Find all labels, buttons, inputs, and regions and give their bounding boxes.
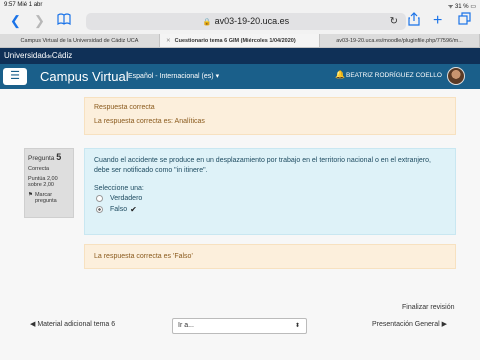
option-label: Verdadero [110,195,143,202]
prev-activity-link[interactable]: ◀ Material adicional tema 6 [30,320,115,328]
battery-indicator: ᯤ 31 % ▭ [447,4,476,10]
university-logo[interactable]: UniversidaddeCádiz [0,48,480,64]
book-icon[interactable] [57,12,71,30]
url-text: av03-19-20.uca.es [214,16,290,26]
language-selector[interactable]: Español - Internacional (es) ▾ [128,72,219,80]
question-content: Cuando el accidente se produce en un des… [84,148,456,235]
close-icon[interactable]: ✕ [166,38,171,44]
lock-icon: 🔒 [202,19,212,26]
question-info: Pregunta 5 Correcta Puntúa 2,00 sobre 2,… [24,148,74,218]
option-label: Falso [110,206,128,213]
status-time: 9:57 Mié 1 abr [4,2,43,8]
flag-icon: ⚑ [28,192,33,198]
caret-down-icon: ▾ [215,73,220,80]
question-prompt: Seleccione una: [94,185,144,192]
browser-tab[interactable]: Campus Virtual de la Universidad de Cádi… [0,34,160,47]
previous-feedback: Respuesta correcta La respuesta correcta… [84,97,456,135]
chevron-left-icon[interactable]: ❮ [10,12,21,30]
avatar[interactable] [447,67,465,85]
question-score: Puntúa 2,00 sobre 2,00 [28,176,58,188]
jump-to-select[interactable]: Ir a... ⬍ [172,318,307,334]
bell-icon[interactable]: 🔔 [335,70,345,79]
menu-icon[interactable]: ☰ [3,68,27,85]
caret-right-icon: ▶ [439,321,448,328]
question-text: Cuando el accidente se produce en un des… [94,157,431,174]
reload-icon[interactable]: ↻ [390,13,398,30]
flag-question-link[interactable]: ⚑ Marcar pregunta [28,192,70,204]
browser-tabs: Campus Virtual de la Universidad de Cádi… [0,34,480,48]
answer-option-falso[interactable]: Falso ✔ [96,205,446,214]
browser-tab-active[interactable]: ✕ Cuestionario tema 6 GIM (Miércoles 1/04… [160,34,320,47]
tabs-icon[interactable] [458,12,471,30]
feedback-status: Respuesta correcta [94,104,155,111]
chevron-right-icon[interactable]: ❯ [34,12,45,30]
finish-review-link[interactable]: Finalizar revisión [402,304,455,311]
feedback-correct-answer: La respuesta correcta es: Analíticas [94,118,205,125]
campus-navbar: ☰ Campus Virtual Español - Internacional… [0,64,480,89]
radio-button-selected[interactable] [96,206,103,213]
share-icon[interactable] [408,12,420,31]
radio-button[interactable] [96,195,103,202]
select-arrows-icon: ⬍ [294,323,300,329]
site-title[interactable]: Campus Virtual [40,69,129,84]
ios-status-bar: 9:57 Mié 1 abr ᯤ 31 % ▭ [0,0,480,10]
question-state: Correcta [28,166,50,172]
question-number: Pregunta 5 [28,152,62,162]
plus-icon[interactable]: + [433,12,442,30]
check-icon: ✔ [130,205,137,214]
user-menu[interactable]: BEATRIZ RODRÍGUEZ COELLO [346,72,442,79]
answer-feedback: La respuesta correcta es 'Falso' [84,244,456,269]
next-activity-link[interactable]: Presentación General ▶ [372,320,447,328]
browser-tab[interactable]: av03-19-20.uca.es/moodle/pluginfile.php/… [320,34,480,47]
browser-toolbar: ❮ ❯ 🔒 av03-19-20.uca.es ↻ + [0,10,480,34]
address-bar[interactable]: 🔒 av03-19-20.uca.es ↻ [86,13,406,30]
answer-option-verdadero[interactable]: Verdadero [96,195,446,202]
